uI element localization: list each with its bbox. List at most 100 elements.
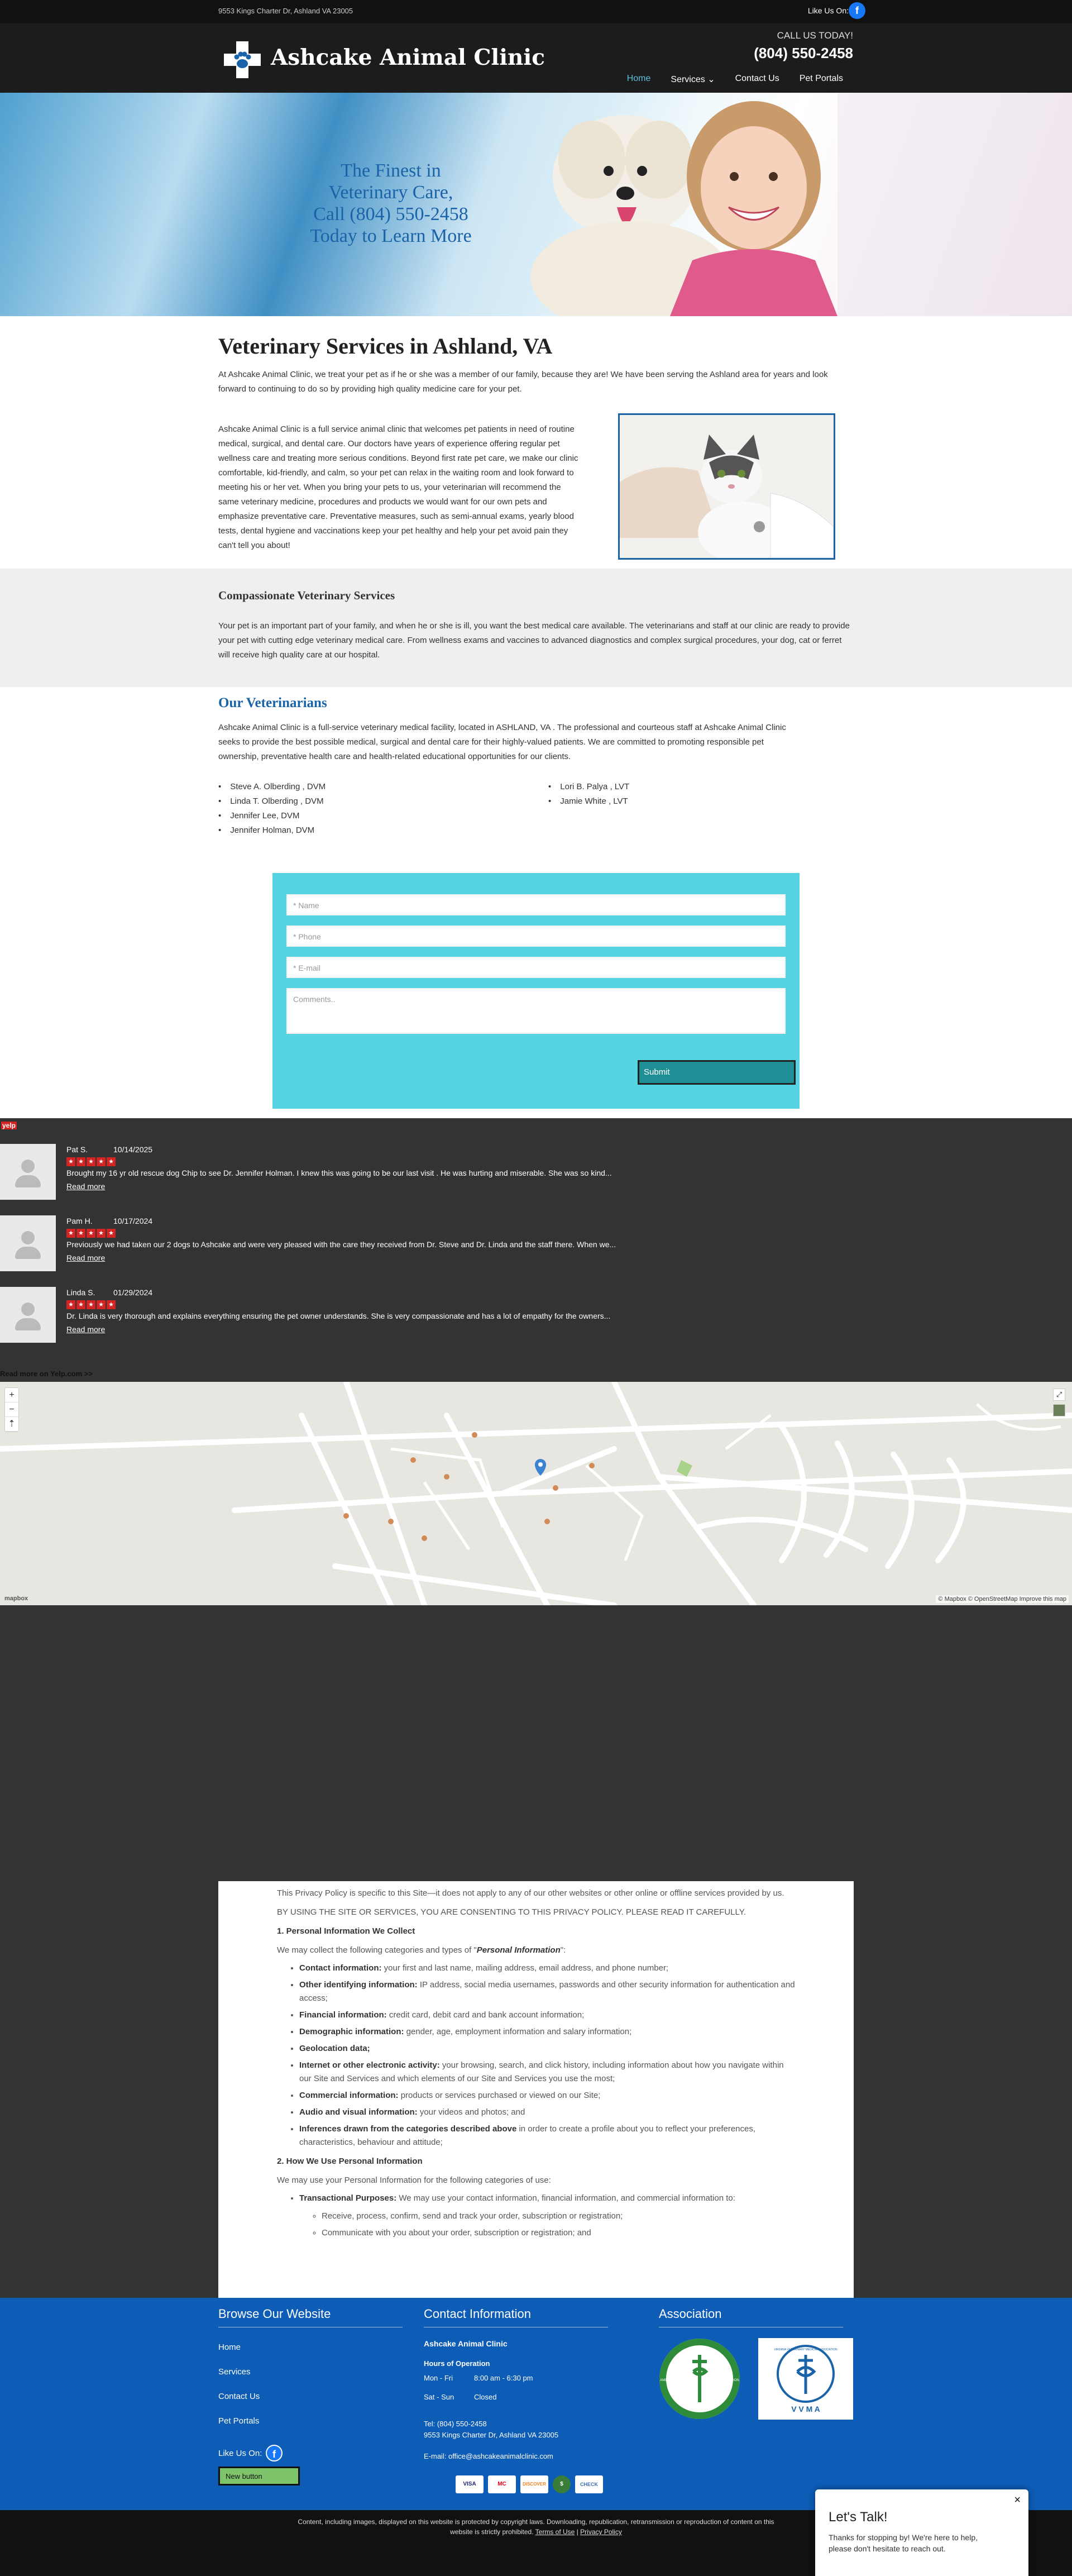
compassion-text: Your pet is an important part of your fa… bbox=[218, 621, 850, 660]
avma-logo-icon[interactable]: AMERICAN VETERINARY MEDICAL ASSOCIATION bbox=[659, 2338, 740, 2420]
reset-bearing-button[interactable]: ⇡ bbox=[5, 1417, 18, 1432]
hero-line-1: The Finest in bbox=[341, 160, 441, 181]
mapbox-logo[interactable]: mapbox bbox=[4, 1595, 28, 1602]
hero-line-2: Veterinary Care, bbox=[328, 182, 453, 203]
privacy-heading-2: 2. How We Use Personal Information bbox=[277, 2157, 423, 2166]
facebook-icon[interactable]: f bbox=[266, 2445, 283, 2461]
email-field[interactable]: * E-mail bbox=[286, 957, 786, 978]
nav-services[interactable]: Services ⌄ bbox=[661, 74, 725, 85]
nav-contact-us[interactable]: Contact Us bbox=[725, 74, 789, 85]
hours-weekend-days: Sat - Sun bbox=[424, 2393, 454, 2401]
hours-weekend-time: Closed bbox=[474, 2393, 497, 2401]
check-icon: CHECK bbox=[575, 2475, 603, 2493]
footer-contact-heading: Contact Information bbox=[424, 2307, 531, 2321]
copyright-text: Content, including images, displayed on … bbox=[298, 2518, 774, 2536]
privacy-policy-panel[interactable]: This Privacy Policy is specific to this … bbox=[218, 1881, 854, 2298]
footer-association-heading: Association bbox=[659, 2307, 722, 2321]
site-footer: Browse Our Website Home Services Contact… bbox=[0, 2298, 1072, 2510]
name-field[interactable]: * Name bbox=[286, 894, 786, 915]
footer-phone[interactable]: Tel: (804) 550-2458 bbox=[424, 2420, 487, 2428]
contact-form: * Name * Phone * E-mail Comments.. Submi… bbox=[272, 873, 800, 1109]
vet-list-doctors: Steve A. Olberding , DVM Linda T. Olberd… bbox=[218, 780, 326, 838]
terms-of-use-link[interactable]: Terms of Use bbox=[535, 2528, 575, 2536]
star-rating: ★ ★ ★ ★ ★ bbox=[66, 1157, 116, 1166]
fullscreen-icon[interactable]: ⤢ bbox=[1053, 1389, 1065, 1401]
review-date: 10/17/2024 bbox=[113, 1217, 153, 1225]
cash-icon: $ bbox=[553, 2475, 571, 2493]
vet-list-technicians: Lori B. Palya , LVT Jamie White , LVT bbox=[548, 780, 629, 809]
visa-icon: VISA bbox=[456, 2475, 484, 2493]
chat-body: Thanks for stopping by! We're here to he… bbox=[829, 2533, 978, 2553]
payment-methods: VISA MC DISCOVER $ CHECK bbox=[456, 2475, 603, 2493]
location-map[interactable]: + − ⇡ ⤢ mapbox © Mapbox © OpenStreetMap … bbox=[0, 1382, 1072, 1605]
new-button[interactable]: New button bbox=[218, 2467, 300, 2486]
privacy-p3: We may collect the following categories … bbox=[277, 1945, 566, 1955]
footer-link-services[interactable]: Services bbox=[218, 2367, 260, 2392]
zoom-in-button[interactable]: + bbox=[5, 1388, 18, 1403]
footer-link-contact-us[interactable]: Contact Us bbox=[218, 2392, 260, 2416]
footer-address: 9553 Kings Charter Dr, Ashland VA 23005 bbox=[424, 2431, 559, 2439]
privacy-policy-link[interactable]: Privacy Policy bbox=[580, 2528, 622, 2536]
read-more-link[interactable]: Read more bbox=[66, 1253, 105, 1262]
hero-line-4: Today to Learn More bbox=[310, 226, 472, 246]
map-attribution[interactable]: © Mapbox © OpenStreetMap Improve this ma… bbox=[936, 1595, 1069, 1603]
yelp-logo-icon[interactable]: yelp bbox=[1, 1122, 17, 1129]
logo-text[interactable]: Ashcake Animal Clinic bbox=[271, 45, 545, 70]
footer-email[interactable]: E-mail: office@ashcakeanimalclinic.com bbox=[424, 2452, 553, 2460]
reviewer-name[interactable]: Linda S. bbox=[66, 1288, 95, 1297]
vet-examining-cat-photo bbox=[618, 413, 835, 560]
nav-pet-portals[interactable]: Pet Portals bbox=[789, 74, 853, 85]
map-streets bbox=[0, 1382, 1072, 1605]
star-rating: ★ ★ ★ ★ ★ bbox=[66, 1300, 116, 1309]
phone-field[interactable]: * Phone bbox=[286, 926, 786, 947]
read-more-on-yelp-link[interactable]: Read more on Yelp.com >> bbox=[0, 1370, 93, 1378]
clinic-description: Ashcake Animal Clinic is a full service … bbox=[218, 424, 578, 550]
reviewer-name[interactable]: Pat S. bbox=[66, 1145, 88, 1154]
map-zoom-controls: + − ⇡ bbox=[4, 1387, 19, 1432]
list-item: Other identifying information: IP addres… bbox=[299, 1978, 795, 2005]
paw-cross-logo-icon[interactable] bbox=[223, 40, 262, 79]
privacy-info-list: Contact information: your first and last… bbox=[299, 1962, 795, 2149]
hero-banner: The Finest in Veterinary Care, Call (804… bbox=[0, 93, 1072, 316]
review-text: Dr. Linda is very thorough and explains … bbox=[66, 1311, 611, 1320]
zoom-out-button[interactable]: − bbox=[5, 1403, 18, 1417]
submit-button[interactable]: Submit bbox=[638, 1060, 796, 1085]
chat-widget[interactable]: × Let's Talk! Thanks for stopping by! We… bbox=[815, 2489, 1028, 2576]
header-phone[interactable]: (804) 550-2458 bbox=[754, 45, 853, 62]
list-item: Contact information: your first and last… bbox=[299, 1962, 795, 1975]
privacy-p4: We may use your Personal Information for… bbox=[277, 2176, 551, 2185]
footer-browse-heading: Browse Our Website bbox=[218, 2307, 331, 2321]
footer-clinic-name: Ashcake Animal Clinic bbox=[424, 2339, 508, 2348]
vet-list-item: Jamie White , LVT bbox=[548, 794, 629, 809]
compassion-heading: Compassionate Veterinary Services bbox=[218, 589, 395, 602]
top-bar: 9553 Kings Charter Dr, Ashland VA 23005 … bbox=[0, 0, 1072, 23]
map-style-icon[interactable] bbox=[1053, 1404, 1065, 1416]
list-item: Communicate with you about your order, s… bbox=[322, 2226, 795, 2240]
reviewer-name[interactable]: Pam H. bbox=[66, 1217, 93, 1225]
vvma-logo-icon[interactable]: VIRGINIA VETERINARY MEDICAL ASSOCIATION … bbox=[758, 2338, 853, 2420]
review-item: Linda S. 01/29/2024 ★ ★ ★ ★ ★ Dr. Linda is v… bbox=[0, 1287, 1072, 1343]
hero-line-3[interactable]: Call (804) 550-2458 bbox=[274, 203, 508, 225]
vet-list-item: Jennifer Holman, DVM bbox=[218, 823, 326, 838]
reviewer-avatar-icon bbox=[0, 1144, 56, 1200]
footer-like-label: Like Us On: bbox=[218, 2449, 262, 2458]
list-item: Audio and visual information: your video… bbox=[299, 2106, 795, 2119]
read-more-link[interactable]: Read more bbox=[66, 1182, 105, 1191]
hours-label: Hours of Operation bbox=[424, 2359, 490, 2368]
list-item: Inferences drawn from the categories des… bbox=[299, 2122, 795, 2149]
list-item: Receive, process, confirm, send and trac… bbox=[322, 2210, 795, 2223]
read-more-link[interactable]: Read more bbox=[66, 1325, 105, 1334]
vet-list-item: Lori B. Palya , LVT bbox=[548, 780, 629, 794]
list-item: Internet or other electronic activity: y… bbox=[299, 2059, 795, 2086]
comments-field[interactable]: Comments.. bbox=[286, 988, 786, 1034]
nav-home[interactable]: Home bbox=[617, 74, 661, 85]
review-date: 10/14/2025 bbox=[113, 1145, 153, 1154]
footer-link-home[interactable]: Home bbox=[218, 2343, 260, 2367]
facebook-icon[interactable]: f bbox=[849, 2, 865, 19]
hero-photo-dog-and-girl bbox=[530, 93, 1072, 316]
review-item: Pam H. 10/17/2024 ★ ★ ★ ★ ★ Previously we ha… bbox=[0, 1215, 1072, 1271]
close-icon[interactable]: × bbox=[1014, 2494, 1021, 2507]
footer-link-pet-portals[interactable]: Pet Portals bbox=[218, 2416, 260, 2441]
footer-links: Home Services Contact Us Pet Portals bbox=[218, 2343, 260, 2441]
veterinarians-heading: Our Veterinarians bbox=[218, 695, 327, 710]
